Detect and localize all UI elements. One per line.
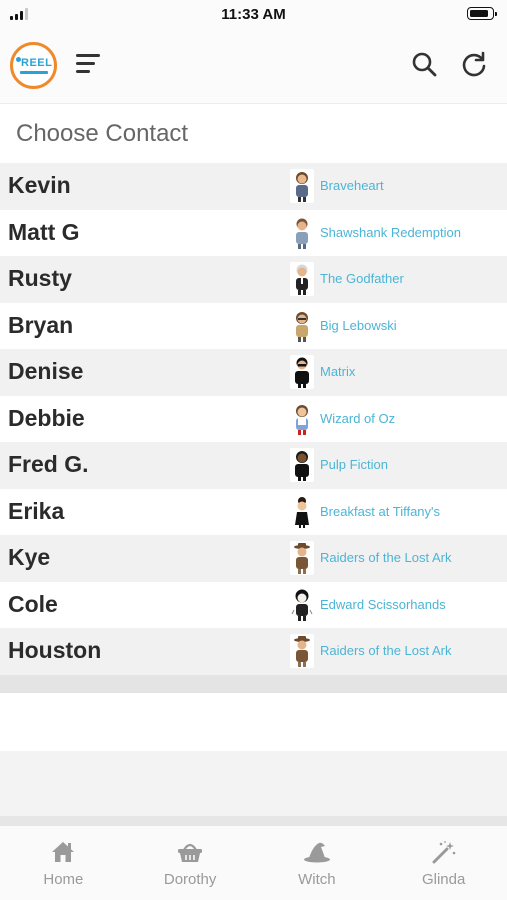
tab-home[interactable]: Home [0, 826, 127, 900]
empty-area [0, 693, 507, 751]
contact-row-cole[interactable]: Cole Edward Scissorhands [0, 581, 507, 628]
contact-movie: Breakfast at Tiffany's [320, 503, 441, 519]
menu-icon [76, 54, 102, 73]
wizard-of-oz-avatar [290, 401, 314, 436]
app-logo[interactable]: REEL [10, 42, 57, 89]
contact-row-kye[interactable]: Kye Raiders of the Lost Ark [0, 535, 507, 582]
tab-dorothy[interactable]: Dorothy [127, 826, 254, 900]
search-button[interactable] [410, 50, 438, 78]
shawshank-avatar [290, 215, 314, 250]
contact-name: Fred G. [8, 451, 89, 477]
matrix-avatar [290, 355, 314, 389]
home-icon [52, 842, 75, 862]
contact-name: Kye [8, 544, 51, 570]
menu-button[interactable] [76, 54, 102, 76]
contact-row-matt-g[interactable]: Matt G Shawshank Redemption [0, 209, 507, 256]
contact-row-bryan[interactable]: Bryan Big Lebowski [0, 302, 507, 349]
tab-label: Home [43, 871, 84, 888]
braveheart-avatar [290, 169, 314, 203]
status-bar: 11:33 AM [0, 0, 507, 30]
lebowski-avatar [290, 308, 314, 343]
contact-movie: Big Lebowski [320, 317, 397, 333]
contact-movie: Wizard of Oz [320, 410, 396, 426]
contact-name: Cole [8, 590, 58, 617]
tab-glinda[interactable]: Glinda [380, 826, 507, 900]
contact-row-rusty[interactable]: Rusty The Godfather [0, 256, 507, 303]
app-header: REEL [0, 30, 507, 104]
contact-name: Bryan [8, 311, 74, 338]
raiders-avatar [290, 634, 314, 668]
contact-row-erika[interactable]: Erika Breakfast at Tiffany's [0, 488, 507, 535]
refresh-icon [462, 51, 486, 77]
contact-name: Denise [8, 358, 84, 384]
contact-name: Matt G [8, 218, 80, 245]
contact-name: Rusty [8, 265, 72, 291]
raiders-avatar [290, 541, 314, 575]
tab-label: Witch [298, 871, 336, 888]
tab-bar: Home Dorothy Witch Glinda [0, 826, 507, 900]
contact-name: Houston [8, 637, 102, 663]
contact-row-kevin[interactable]: Kevin Braveheart [0, 163, 507, 210]
tab-label: Glinda [421, 871, 466, 888]
contact-movie: Shawshank Redemption [320, 224, 461, 240]
contact-row-denise[interactable]: Denise Matrix [0, 349, 507, 396]
contact-movie: Raiders of the Lost Ark [320, 643, 452, 658]
pulp-fiction-avatar [290, 448, 314, 482]
contact-name: Debbie [8, 404, 85, 431]
witch-hat-icon [303, 842, 330, 863]
contact-row-fred-g[interactable]: Fred G. Pulp Fiction [0, 442, 507, 489]
contact-row-houston[interactable]: Houston Raiders of the Lost Ark [0, 628, 507, 675]
contact-movie: The Godfather [320, 271, 404, 286]
logo-underline [20, 71, 48, 74]
contact-movie: Braveheart [320, 178, 384, 193]
tab-label: Dorothy [163, 871, 217, 888]
contact-movie: Pulp Fiction [320, 457, 388, 472]
contact-name: Kevin [8, 172, 71, 198]
refresh-button[interactable] [460, 50, 488, 78]
contact-list: Kevin Braveheart Matt G Shawshank Redemp… [0, 163, 507, 694]
contact-movie: Raiders of the Lost Ark [320, 550, 452, 565]
godfather-avatar [290, 262, 314, 296]
contact-row-debbie[interactable]: Debbie Wizard of Oz [0, 395, 507, 442]
search-icon [412, 52, 437, 77]
magic-wand-icon [432, 841, 455, 864]
contact-movie: Matrix [320, 364, 356, 379]
scissorhands-avatar [290, 587, 314, 622]
status-time: 11:33 AM [221, 6, 286, 23]
tab-witch[interactable]: Witch [254, 826, 381, 900]
list-footer [0, 674, 507, 694]
basket-icon [178, 843, 203, 862]
contact-movie: Edward Scissorhands [320, 596, 446, 612]
tabbar-divider [0, 816, 507, 826]
battery-icon [467, 7, 497, 20]
empty-area [0, 751, 507, 816]
page-title: Choose Contact [16, 120, 189, 147]
contact-name: Erika [8, 497, 65, 524]
logo-text: REEL [21, 57, 53, 69]
tiffanys-avatar [290, 494, 314, 529]
